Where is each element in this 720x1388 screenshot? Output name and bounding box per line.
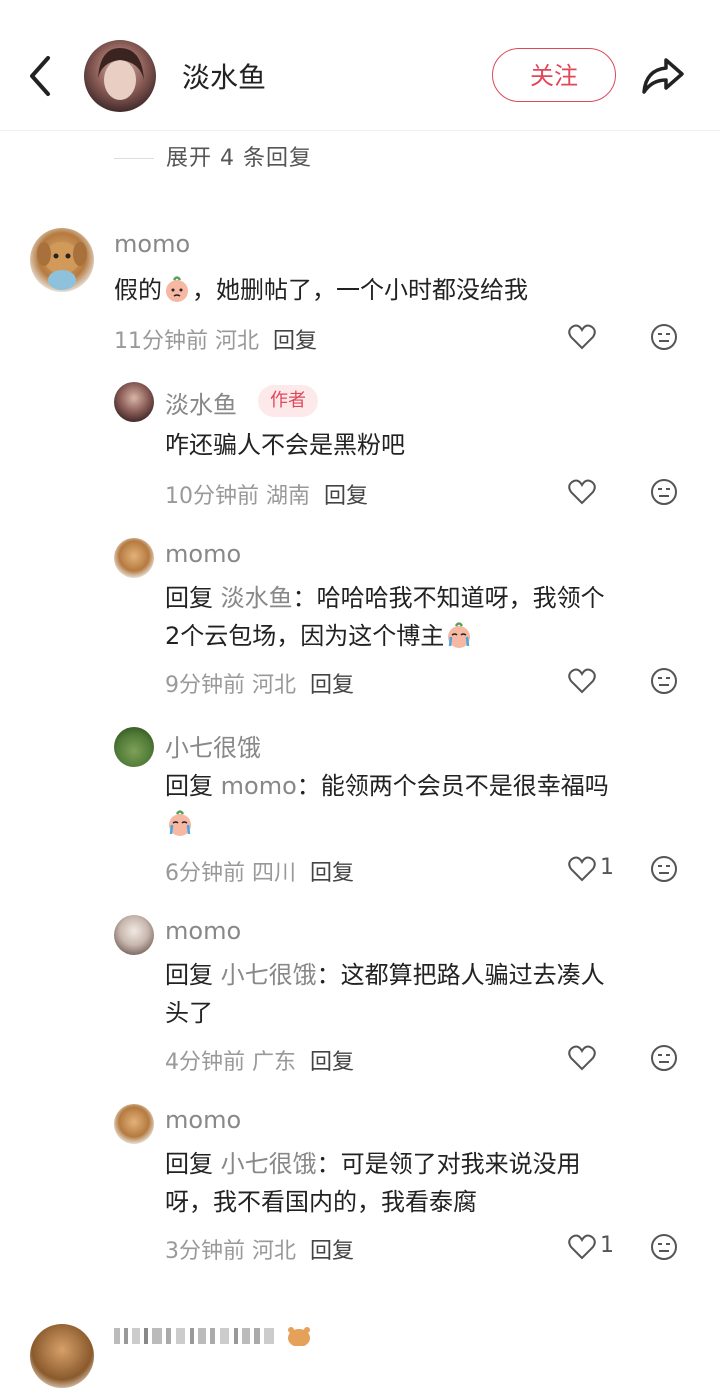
dislike-face-icon[interactable] — [649, 477, 679, 507]
reply-meta: 4分钟前 广东 回复 — [165, 1044, 354, 1076]
reply-prefix: 回复 — [165, 584, 213, 612]
commenter-avatar[interactable] — [30, 1324, 94, 1388]
reply-meta: 3分钟前 河北 回复 — [165, 1233, 354, 1265]
replier-avatar[interactable] — [114, 727, 154, 767]
reply-text: 回复 小七很饿：可是领了对我来说没用呀，我不看国内的，我看泰腐 — [165, 1145, 700, 1221]
author-badge: 作者 — [258, 385, 318, 417]
reply-to-user[interactable]: 小七很饿 — [221, 1150, 317, 1178]
comment-text-part2: ，她删帖了，一个小时都没给我 — [192, 276, 528, 304]
reply-button[interactable]: 回复 — [310, 861, 354, 886]
replier-avatar[interactable] — [114, 382, 154, 422]
reply-time: 9分钟前 — [165, 673, 245, 698]
reply-text: 回复 淡水鱼：哈哈哈我不知道呀，我领个 2个云包场，因为这个博主 — [165, 579, 700, 655]
reply-prefix: 回复 — [165, 772, 213, 800]
commenter-avatar[interactable] — [30, 228, 94, 292]
comment-author[interactable]: momo — [114, 230, 190, 258]
comment-meta: 11分钟前 河北 回复 — [114, 323, 317, 355]
reply-text-line1: ：哈哈哈我不知道呀，我领个 — [292, 584, 605, 612]
reply-to-user[interactable]: 小七很饿 — [221, 961, 317, 989]
reply-time: 10分钟前 — [165, 484, 259, 509]
heart-icon[interactable] — [567, 854, 597, 884]
reply-text-line1: ：可是领了对我来说没用 — [316, 1150, 581, 1178]
reply-author[interactable]: momo — [165, 1106, 241, 1134]
crying-face-emoji-icon — [166, 276, 188, 302]
comment-location: 河北 — [215, 329, 260, 354]
reply-text-line2: 呀，我不看国内的，我看泰腐 — [165, 1188, 477, 1216]
divider-line — [114, 158, 154, 159]
reply-to-user[interactable]: 淡水鱼 — [221, 584, 293, 612]
reply-button[interactable]: 回复 — [324, 484, 368, 509]
reply-time: 6分钟前 — [165, 861, 245, 886]
reply-text-line1: ：这都算把路人骗过去凑人 — [316, 961, 605, 989]
expand-replies-label: 展开 4 条回复 — [166, 146, 312, 171]
reply-button[interactable]: 回复 — [310, 673, 354, 698]
author-avatar[interactable] — [84, 40, 156, 112]
reply-location: 湖南 — [266, 484, 311, 509]
dislike-face-icon[interactable] — [649, 854, 679, 884]
reply-location: 河北 — [252, 673, 297, 698]
reply-text: 回复 小七很饿：这都算把路人骗过去凑人头了 — [165, 956, 700, 1032]
reply-author[interactable]: momo — [165, 540, 241, 568]
replier-avatar[interactable] — [114, 1104, 154, 1144]
heart-icon[interactable] — [567, 1043, 597, 1073]
crying-face-emoji-icon — [448, 622, 471, 648]
comment-text-part1: 假的 — [114, 276, 162, 304]
dislike-face-icon[interactable] — [649, 1043, 679, 1073]
replier-avatar[interactable] — [114, 915, 154, 955]
heart-icon[interactable] — [567, 666, 597, 696]
header-bar: 淡水鱼 关注 — [0, 0, 720, 131]
reply-prefix: 回复 — [165, 961, 213, 989]
comment-time: 11分钟前 — [114, 329, 208, 354]
comment-text: 假的 ，她删帖了，一个小时都没给我 — [114, 271, 674, 309]
reply-button[interactable]: 回复 — [310, 1050, 354, 1075]
reply-text: 咋还骗人不会是黑粉吧 — [165, 431, 405, 459]
follow-button[interactable]: 关注 — [492, 48, 616, 102]
dislike-face-icon[interactable] — [649, 322, 679, 352]
share-button[interactable] — [638, 52, 686, 100]
reply-text-line1: ：能领两个会员不是很幸福吗 — [296, 772, 609, 800]
reply-author[interactable]: 淡水鱼 — [165, 385, 237, 420]
next-comment-peek — [0, 1320, 720, 1388]
back-button[interactable] — [22, 52, 62, 100]
heart-icon[interactable] — [567, 1232, 597, 1262]
replier-avatar[interactable] — [114, 538, 154, 578]
reply-time: 4分钟前 — [165, 1050, 245, 1075]
reply-prefix: 回复 — [165, 1150, 213, 1178]
crying-face-emoji-icon — [169, 810, 191, 836]
blurred-text-peek — [114, 1328, 274, 1344]
reply-time: 3分钟前 — [165, 1239, 245, 1264]
author-name[interactable]: 淡水鱼 — [182, 56, 266, 96]
heart-icon[interactable] — [567, 477, 597, 507]
reply-meta: 10分钟前 湖南 回复 — [165, 478, 368, 510]
reply-author[interactable]: momo — [165, 917, 241, 945]
reply-location: 河北 — [252, 1239, 297, 1264]
reply-text-line2: 头了 — [165, 999, 213, 1027]
reply-button[interactable]: 回复 — [310, 1239, 354, 1264]
reply-author[interactable]: 小七很饿 — [165, 728, 261, 763]
heart-icon[interactable] — [567, 322, 597, 352]
chevron-left-icon — [30, 56, 50, 96]
like-count: 1 — [600, 855, 614, 880]
hamster-emoji-icon — [288, 1327, 310, 1346]
reply-text: 回复 momo：能领两个会员不是很幸福吗 — [165, 767, 700, 843]
reply-meta: 6分钟前 四川 回复 — [165, 855, 354, 887]
dislike-face-icon[interactable] — [649, 666, 679, 696]
reply-location: 四川 — [252, 861, 297, 886]
share-icon — [642, 58, 684, 94]
dislike-face-icon[interactable] — [649, 1232, 679, 1262]
like-count: 1 — [600, 1233, 614, 1258]
reply-button[interactable]: 回复 — [273, 329, 317, 354]
reply-meta: 9分钟前 河北 回复 — [165, 667, 354, 699]
reply-to-user[interactable]: momo — [221, 772, 297, 800]
reply-text-line2: 2个云包场，因为这个博主 — [165, 622, 445, 650]
reply-location: 广东 — [252, 1050, 297, 1075]
